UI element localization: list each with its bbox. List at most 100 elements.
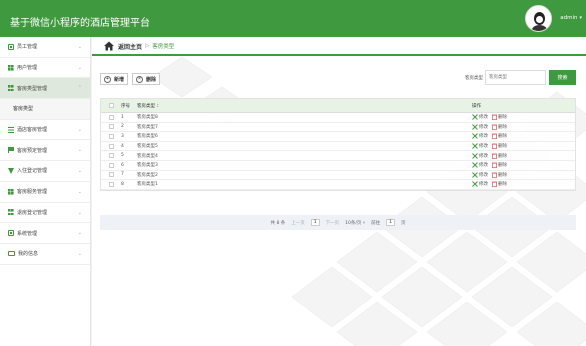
select-all-checkbox[interactable] xyxy=(108,103,114,108)
header-operation: 操作 xyxy=(472,103,481,109)
search-area: 客房类型 搜索 xyxy=(465,70,576,85)
main-content: 返回主页 ▷ 客房类型 + 新增 × 删除 客房类型 搜索 序号 客房类型↕ 操… xyxy=(92,37,586,346)
sidebar-item-label: 员工管理 xyxy=(17,44,38,51)
sidebar-item-booking[interactable]: 客房预定管理 ⌄ xyxy=(0,140,90,162)
delete-button[interactable]: × 删除 xyxy=(132,73,161,85)
delete-row-button[interactable]: 删除 xyxy=(492,153,507,159)
row-checkbox[interactable] xyxy=(108,162,114,168)
sidebar-item-users[interactable]: 用户管理 ⌄ xyxy=(0,58,90,79)
table-row[interactable]: 5 客房类型4 修改 删除 xyxy=(101,151,575,161)
row-checkbox[interactable] xyxy=(108,181,114,187)
chevron-down-icon[interactable]: ▾ xyxy=(579,15,582,21)
user-menu[interactable]: admin ▾ xyxy=(525,4,582,32)
pager-goto-input[interactable]: 1 xyxy=(386,219,395,226)
chevron-down-icon: ⌄ xyxy=(77,64,82,71)
edit-button[interactable]: 修改 xyxy=(472,162,488,168)
sidebar-item-rooms[interactable]: 酒店客房管理 ⌄ xyxy=(0,120,90,141)
plus-icon: + xyxy=(104,75,111,83)
row-no: 3 xyxy=(121,133,124,139)
trash-icon xyxy=(492,114,497,121)
add-button-label: 新增 xyxy=(114,76,125,83)
edit-button[interactable]: 修改 xyxy=(472,133,488,139)
row-room-type: 客房类型1 xyxy=(137,182,158,188)
search-input[interactable] xyxy=(485,70,546,85)
avatar[interactable] xyxy=(525,4,553,32)
row-checkbox[interactable] xyxy=(108,124,114,130)
delete-row-button[interactable]: 删除 xyxy=(492,162,507,169)
sidebar-item-label: 客房类型管理 xyxy=(17,85,48,92)
trash-icon xyxy=(492,153,497,159)
trash-icon xyxy=(492,143,497,150)
delete-row-button[interactable]: 删除 xyxy=(492,143,507,150)
row-no: 4 xyxy=(121,143,124,149)
sidebar-item-label: 我的信息 xyxy=(18,251,39,258)
table-row[interactable]: 6 客房类型3 修改 删除 xyxy=(101,161,575,171)
pager-next-button[interactable]: 下一页 xyxy=(326,220,340,226)
table-row[interactable]: 2 客房类型7 修改 删除 xyxy=(101,123,575,133)
row-no: 7 xyxy=(121,172,124,178)
edit-button[interactable]: 修改 xyxy=(472,181,488,187)
chevron-down-icon: ⌄ xyxy=(77,147,82,154)
chevron-up-icon: ⌃ xyxy=(77,85,82,92)
chevron-down-icon: ▾ xyxy=(362,220,366,226)
delete-row-button[interactable]: 删除 xyxy=(492,133,507,140)
row-checkbox[interactable] xyxy=(108,153,114,159)
row-checkbox[interactable] xyxy=(108,133,114,139)
edit-button[interactable]: 修改 xyxy=(472,172,488,178)
delete-row-button[interactable]: 删除 xyxy=(492,124,507,130)
sidebar-subitem-room-type[interactable]: 客房类型 xyxy=(0,99,90,120)
wrench-icon xyxy=(472,152,478,159)
table-row[interactable]: 4 客房类型5 修改 删除 xyxy=(101,142,575,152)
pager-page-unit: 页 xyxy=(400,220,406,226)
sidebar-item-room-service[interactable]: 客房服务管理 ⌄ xyxy=(0,182,90,203)
sidebar-item-label: 酒店客房管理 xyxy=(17,127,48,134)
delete-row-button[interactable]: 删除 xyxy=(492,114,507,121)
add-button[interactable]: + 新增 xyxy=(100,73,129,85)
row-no: 1 xyxy=(121,114,124,120)
grid-icon xyxy=(8,64,14,71)
sidebar-item-staff[interactable]: 员工管理 ⌄ xyxy=(0,37,90,58)
top-header: 基于微信小程序的酒店管理平台 admin ▾ xyxy=(0,0,586,37)
table-row[interactable]: 3 客房类型6 修改 删除 xyxy=(101,132,575,142)
sidebar-item-system[interactable]: 系统管理 ⌄ xyxy=(0,223,90,244)
search-button[interactable]: 搜索 xyxy=(549,70,576,85)
home-icon[interactable] xyxy=(104,41,114,51)
sidebar-item-checkout[interactable]: 退房登记管理 ⌄ xyxy=(0,203,90,224)
chevron-down-icon: ⌄ xyxy=(77,250,82,257)
pager-page-size-select[interactable]: 10条/页 ▾ xyxy=(345,220,365,226)
row-room-type: 客房类型3 xyxy=(137,163,158,169)
chevron-down-icon: ⌄ xyxy=(77,168,82,175)
table-row[interactable]: 7 客房类型2 修改 删除 xyxy=(101,171,575,181)
username[interactable]: admin xyxy=(560,15,577,21)
trash-icon xyxy=(492,124,497,130)
pager-goto-label: 前往 xyxy=(371,220,381,226)
row-checkbox[interactable] xyxy=(108,143,114,149)
wrench-icon xyxy=(472,162,478,169)
sidebar-item-label: 系统管理 xyxy=(17,230,38,237)
pager-prev-button[interactable]: 上一页 xyxy=(291,220,305,226)
chevron-down-icon: ⌄ xyxy=(77,209,82,216)
sidebar-item-my-info[interactable]: 我的信息 ⌄ xyxy=(0,244,90,265)
header-no: 序号 xyxy=(121,103,130,109)
sidebar-item-label: 客房预定管理 xyxy=(17,147,48,154)
edit-button[interactable]: 修改 xyxy=(472,152,488,159)
pager-page-number[interactable]: 1 xyxy=(310,219,320,226)
list-icon xyxy=(8,126,14,133)
header-name[interactable]: 客房类型↕ xyxy=(137,103,472,109)
grid-icon xyxy=(8,209,14,216)
row-checkbox[interactable] xyxy=(108,172,114,178)
delete-row-button[interactable]: 删除 xyxy=(492,181,507,188)
sidebar: 员工管理 ⌄ 用户管理 ⌄ 客房类型管理 ⌃ 客房类型 酒店客房管理 ⌄ 客房预… xyxy=(0,37,91,346)
edit-button[interactable]: 修改 xyxy=(472,143,488,149)
breadcrumb-home-link[interactable]: 返回主页 xyxy=(118,42,142,51)
edit-button[interactable]: 修改 xyxy=(472,124,488,130)
table-row[interactable]: 8 客房类型1 修改 删除 xyxy=(101,180,575,190)
sidebar-item-checkin[interactable]: 入住登记管理 ⌄ xyxy=(0,161,90,182)
delete-row-button[interactable]: 删除 xyxy=(492,172,507,178)
row-checkbox[interactable] xyxy=(108,114,114,120)
sidebar-item-room-type-mgmt[interactable]: 客房类型管理 ⌃ xyxy=(0,78,90,100)
edit-button[interactable]: 修改 xyxy=(472,114,488,120)
toolbar: + 新增 × 删除 xyxy=(100,73,161,85)
table-row[interactable]: 1 客房类型8 修改 删除 xyxy=(101,113,575,123)
sort-icon[interactable]: ↕ xyxy=(156,104,160,109)
